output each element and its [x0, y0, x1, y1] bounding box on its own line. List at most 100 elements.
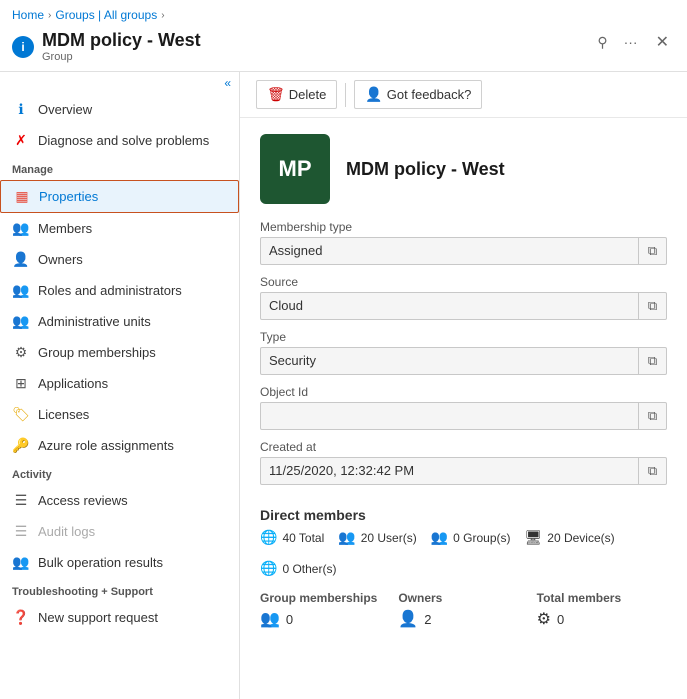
licenses-icon: 🏷: [12, 406, 30, 423]
delete-label: Delete: [289, 87, 327, 102]
stat-groups: 👥 0 Group(s): [431, 529, 511, 546]
diagnose-icon: ✗: [12, 132, 30, 149]
total-icon: 🌐: [260, 529, 277, 546]
field-value-created-at: 11/25/2020, 12:32:42 PM: [260, 457, 639, 485]
copy-membership-type-button[interactable]: ⧉: [639, 237, 667, 265]
copy-object-id-button[interactable]: ⧉: [639, 402, 667, 430]
group-memberships-icon: ⚙: [12, 344, 30, 361]
grid-total-members-title: Total members: [537, 591, 667, 605]
sidebar-label-overview: Overview: [38, 102, 92, 117]
sidebar-item-members[interactable]: 👥 Members: [0, 213, 239, 244]
breadcrumb-sep-1: ›: [48, 10, 51, 21]
sidebar-item-new-support[interactable]: ❓ New support request: [0, 602, 239, 633]
feedback-button[interactable]: 👤 Got feedback?: [354, 80, 482, 109]
sidebar-item-overview[interactable]: ℹ Overview: [0, 94, 239, 125]
grid-group-memberships-icon: 👥: [260, 609, 280, 629]
sidebar-label-applications: Applications: [38, 376, 108, 391]
grid-group-memberships: Group memberships 👥 0: [260, 591, 390, 629]
grid-owners-title: Owners: [398, 591, 528, 605]
sidebar-item-roles[interactable]: 👥 Roles and administrators: [0, 275, 239, 306]
page-header: i MDM policy - West Group ⚲ ··· ✕: [0, 26, 687, 72]
grid-owners: Owners 👤 2: [398, 591, 528, 629]
delete-button[interactable]: 🗑 Delete: [256, 80, 337, 109]
sidebar-label-diagnose: Diagnose and solve problems: [38, 133, 209, 148]
sidebar-label-new-support: New support request: [38, 610, 158, 625]
sidebar-label-azure-roles: Azure role assignments: [38, 438, 174, 453]
profile-area: MP MDM policy - West: [240, 118, 687, 216]
grid-owners-icon: 👤: [398, 609, 418, 629]
sidebar-label-roles: Roles and administrators: [38, 283, 182, 298]
field-label-created-at: Created at: [260, 440, 667, 454]
sidebar-item-applications[interactable]: ⊞ Applications: [0, 368, 239, 399]
field-label-membership-type: Membership type: [260, 220, 667, 234]
overview-icon: ℹ: [12, 101, 30, 118]
delete-icon: 🗑: [267, 86, 285, 103]
sidebar-item-audit-logs[interactable]: ☰ Audit logs: [0, 516, 239, 547]
members-icon: 👥: [12, 220, 30, 237]
sidebar-item-group-memberships[interactable]: ⚙ Group memberships: [0, 337, 239, 368]
direct-members-title: Direct members: [240, 495, 687, 529]
sidebar-item-access-reviews[interactable]: ☰ Access reviews: [0, 485, 239, 516]
sidebar-label-group-memberships: Group memberships: [38, 345, 156, 360]
sidebar-item-admin-units[interactable]: 👥 Administrative units: [0, 306, 239, 337]
field-source: Source Cloud ⧉: [260, 275, 667, 320]
grid-owners-value: 2: [424, 612, 431, 627]
grid-group-memberships-title: Group memberships: [260, 591, 390, 605]
breadcrumb-sep-2: ›: [161, 10, 164, 21]
more-icon[interactable]: ···: [620, 32, 642, 52]
sidebar-label-licenses: Licenses: [38, 407, 89, 422]
sidebar-label-properties: Properties: [39, 189, 98, 204]
copy-type-button[interactable]: ⧉: [639, 347, 667, 375]
bottom-grid: Group memberships 👥 0 Owners 👤 2 Total m…: [240, 587, 687, 641]
sidebar-item-azure-roles[interactable]: 🔑 Azure role assignments: [0, 430, 239, 461]
grid-total-members-value: 0: [557, 612, 564, 627]
field-label-object-id: Object Id: [260, 385, 667, 399]
stat-groups-label: 0 Group(s): [453, 531, 510, 545]
sidebar-section-activity: Activity: [0, 461, 239, 485]
field-label-source: Source: [260, 275, 667, 289]
field-value-source: Cloud: [260, 292, 639, 320]
properties-icon: ▦: [13, 188, 31, 205]
sidebar-section-support: Troubleshooting + Support: [0, 578, 239, 602]
content-area: 🗑 Delete 👤 Got feedback? MP MDM policy -…: [240, 72, 687, 699]
sidebar: « ℹ Overview ✗ Diagnose and solve proble…: [0, 72, 240, 699]
sidebar-section-manage: Manage: [0, 156, 239, 180]
header-info-icon: i: [12, 36, 34, 58]
groups-icon: 👥: [431, 529, 448, 546]
field-value-type: Security: [260, 347, 639, 375]
breadcrumb-home[interactable]: Home: [12, 8, 44, 22]
sidebar-item-properties[interactable]: ▦ Properties: [0, 180, 239, 213]
sidebar-label-owners: Owners: [38, 252, 83, 267]
field-membership-type: Membership type Assigned ⧉: [260, 220, 667, 265]
applications-icon: ⊞: [12, 375, 30, 392]
sidebar-item-diagnose[interactable]: ✗ Diagnose and solve problems: [0, 125, 239, 156]
copy-source-button[interactable]: ⧉: [639, 292, 667, 320]
breadcrumb-groups[interactable]: Groups | All groups: [55, 8, 157, 22]
stat-devices-label: 20 Device(s): [547, 531, 614, 545]
field-object-id: Object Id ⧉: [260, 385, 667, 430]
field-value-object-id: [260, 402, 639, 430]
pin-icon[interactable]: ⚲: [593, 32, 611, 53]
close-button[interactable]: ✕: [650, 30, 675, 54]
azure-roles-icon: 🔑: [12, 437, 30, 454]
stat-others-label: 0 Other(s): [282, 562, 336, 576]
sidebar-label-audit-logs: Audit logs: [38, 524, 95, 539]
support-icon: ❓: [12, 609, 30, 626]
members-stats: 🌐 40 Total 👥 20 User(s) 👥 0 Group(s) 🖥 2…: [240, 529, 687, 587]
sidebar-item-licenses[interactable]: 🏷 Licenses: [0, 399, 239, 430]
feedback-label: Got feedback?: [387, 87, 472, 102]
profile-name: MDM policy - West: [346, 159, 505, 180]
page-title: MDM policy - West: [42, 30, 201, 51]
sidebar-item-bulk-results[interactable]: 👥 Bulk operation results: [0, 547, 239, 578]
roles-icon: 👥: [12, 282, 30, 299]
sidebar-collapse-button[interactable]: «: [0, 72, 239, 94]
owners-icon: 👤: [12, 251, 30, 268]
grid-total-members-icon: ⚙: [537, 609, 551, 629]
copy-created-at-button[interactable]: ⧉: [639, 457, 667, 485]
breadcrumb: Home › Groups | All groups ›: [0, 0, 687, 26]
field-created-at: Created at 11/25/2020, 12:32:42 PM ⧉: [260, 440, 667, 485]
sidebar-item-owners[interactable]: 👤 Owners: [0, 244, 239, 275]
stat-users: 👥 20 User(s): [338, 529, 416, 546]
stat-others: 🌐 0 Other(s): [260, 560, 336, 577]
devices-icon: 🖥: [525, 529, 543, 546]
